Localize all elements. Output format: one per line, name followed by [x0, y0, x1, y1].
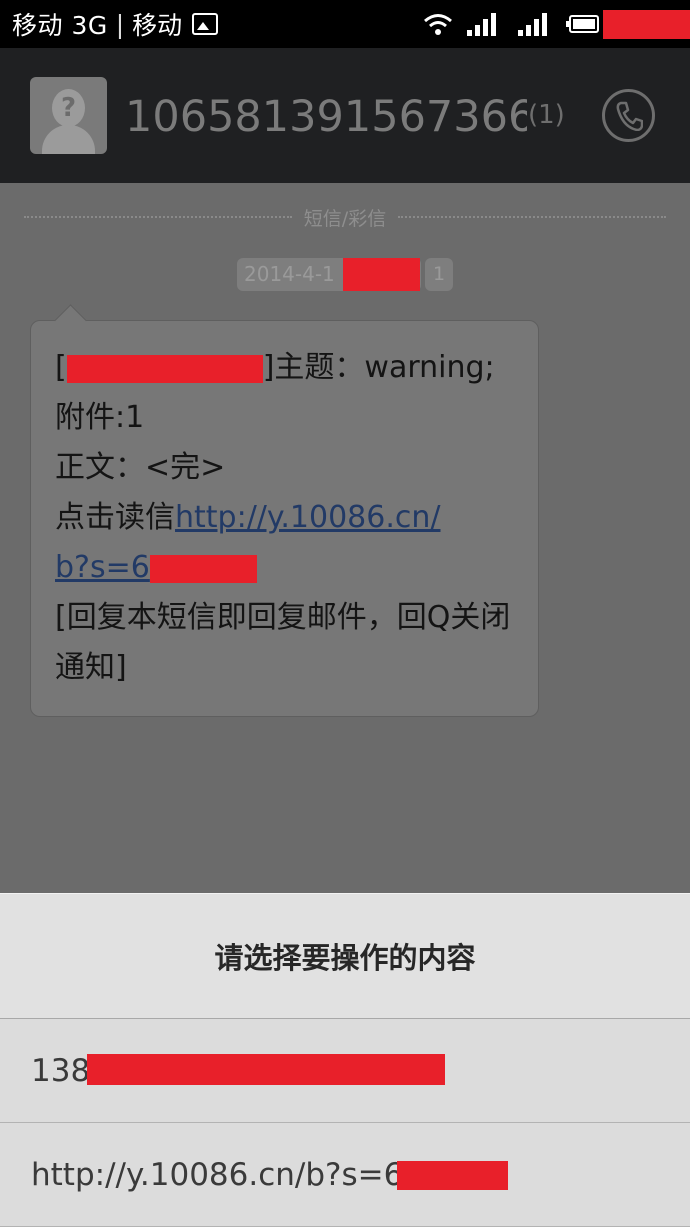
redaction-block: [149, 554, 257, 583]
conversation-header: ? 106581391567366 (1): [0, 48, 690, 183]
message-read-line: 点击读信http://y.10086.cn/: [55, 500, 441, 535]
contact-name: 106581391567366: [125, 92, 527, 142]
conversation-type-label: 短信/彩信: [303, 207, 387, 230]
message-link[interactable]: b?s=6: [55, 550, 150, 585]
image-notification-icon: [192, 13, 219, 35]
message-count: (1): [528, 100, 565, 130]
message-text: []主题：warning; 附件:1 正文：<完> 点击读信http://y.1…: [55, 343, 525, 693]
message-date: 2014-4-1: [237, 258, 421, 291]
message-count-badge: 1: [425, 258, 453, 291]
battery-icon: [566, 15, 599, 33]
signal-icon: [467, 12, 496, 36]
message-link[interactable]: http://y.10086.cn/: [175, 500, 441, 535]
carrier-label-2: 移动: [132, 11, 183, 40]
message-link-continuation: b?s=6: [55, 543, 525, 593]
redaction-block: [343, 258, 420, 291]
carrier-label-1: 移动 3G: [12, 11, 108, 40]
message-attachment: 附件:1: [55, 400, 145, 435]
status-icons: [423, 0, 690, 48]
dialog-option-phone[interactable]: 138: [0, 1019, 690, 1123]
message-subject-line: []主题：warning;: [55, 350, 495, 385]
phone-icon: [616, 101, 643, 131]
conversation-type-divider: 短信/彩信: [24, 203, 666, 231]
status-bar: 移动 3G | 移动: [0, 0, 690, 48]
avatar-placeholder-icon[interactable]: ?: [30, 77, 107, 154]
dialog-title: 请选择要操作的内容: [0, 893, 690, 1019]
redaction-block: [397, 1161, 508, 1190]
select-content-dialog: 请选择要操作的内容 138 http://y.10086.cn/b?s=6: [0, 893, 690, 1227]
redaction-block: [87, 1054, 445, 1085]
wifi-icon: [424, 14, 452, 35]
message-footer: [回复本短信即回复邮件，回Q关闭通知]: [55, 600, 511, 685]
redaction-block: [66, 354, 263, 383]
signal-icon: [518, 12, 547, 36]
dialog-option-link[interactable]: http://y.10086.cn/b?s=6: [0, 1123, 690, 1227]
call-button[interactable]: [602, 89, 655, 142]
redaction-block: [603, 9, 690, 39]
message-body: 正文：<完>: [55, 450, 226, 485]
carrier-separator: |: [115, 9, 125, 39]
message-bubble[interactable]: []主题：warning; 附件:1 正文：<完> 点击读信http://y.1…: [30, 320, 539, 717]
